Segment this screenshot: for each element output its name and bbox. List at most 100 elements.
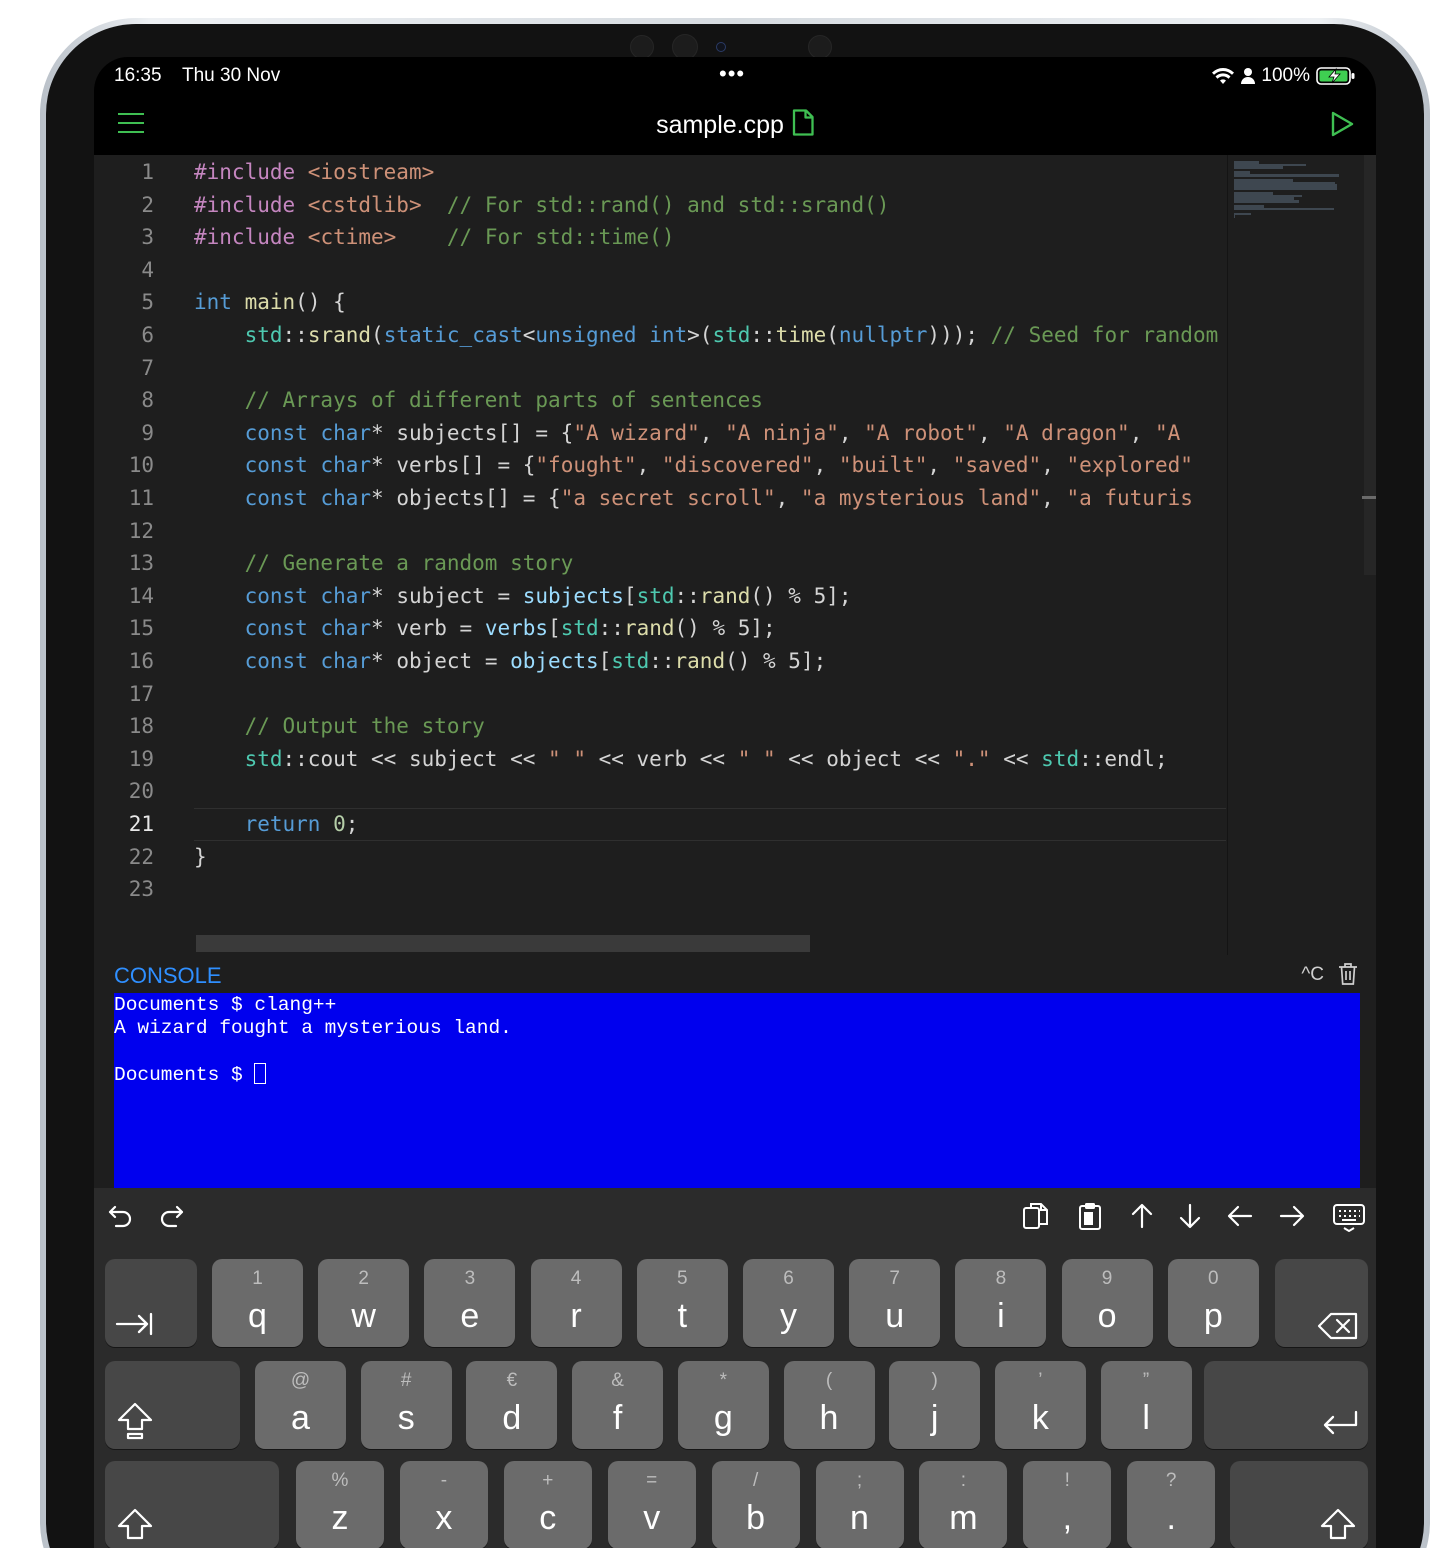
key-comma[interactable]: !, <box>1023 1461 1112 1548</box>
paste-icon[interactable] <box>1074 1200 1106 1232</box>
software-keyboard: 1 q 2 w 3 e 4 r 5 t 6 y 7 u 8 i 9 o 0 p @ a # s € d & f * g(h) j’ k” l% z… <box>94 1188 1376 1548</box>
shift-icon <box>115 1507 155 1546</box>
key-c[interactable]: + c <box>503 1461 592 1548</box>
key-secondary-label: = <box>646 1470 658 1491</box>
shift-left-key[interactable] <box>105 1461 279 1548</box>
horizontal-scrollbar[interactable] <box>196 935 810 952</box>
key-secondary-label: - <box>440 1470 448 1491</box>
line-number: 19 <box>128 746 154 771</box>
caps-lock-icon <box>115 1401 155 1446</box>
line-number: 2 <box>141 192 154 217</box>
arrow-down-icon[interactable] <box>1174 1200 1206 1232</box>
terminal-cursor <box>254 1063 267 1084</box>
key-h[interactable]: (h <box>783 1361 875 1449</box>
key-label: f <box>612 1399 623 1437</box>
minimap-line <box>1234 166 1284 169</box>
key-secondary-label: : <box>960 1470 967 1491</box>
line-number: 23 <box>128 877 154 902</box>
line-number: 21 <box>128 812 154 836</box>
key-n[interactable]: ; n <box>815 1461 904 1548</box>
key-d[interactable]: € d <box>466 1361 558 1449</box>
terminal-prompt-line[interactable]: Documents $ <box>114 1063 1360 1086</box>
key-label: g <box>713 1399 733 1437</box>
key-e[interactable]: 3e <box>424 1259 516 1347</box>
key-g[interactable]: * g <box>677 1361 769 1449</box>
caps-lock-key[interactable] <box>105 1361 240 1449</box>
undo-icon[interactable] <box>104 1200 136 1232</box>
key-secondary-label: ! <box>1064 1470 1070 1491</box>
interrupt-button[interactable]: ^C <box>1301 964 1324 986</box>
backspace-key[interactable] <box>1275 1259 1368 1347</box>
multitasking-dots[interactable]: ••• <box>719 61 745 87</box>
vertical-scrollbar[interactable] <box>1362 155 1376 955</box>
key-label: n <box>850 1499 869 1537</box>
return-key[interactable] <box>1204 1361 1368 1449</box>
line-number: 13 <box>128 551 154 576</box>
line-number: 12 <box>128 518 154 543</box>
key-label: r <box>570 1297 582 1335</box>
key-secondary-label: % <box>331 1470 349 1491</box>
key-a[interactable]: @ a <box>255 1361 346 1449</box>
key-l[interactable]: ” l <box>1100 1361 1192 1449</box>
key-y[interactable]: 6y <box>743 1259 834 1347</box>
code-line: const char* objects[] = {"a secret scrol… <box>244 486 1193 510</box>
key-label: u <box>885 1297 905 1335</box>
key-label: t <box>677 1297 688 1335</box>
terminal-output[interactable]: Documents $ clang++ A wizard fought a my… <box>114 993 1360 1190</box>
key-secondary-label: 3 <box>464 1268 476 1289</box>
key-label: . <box>1166 1499 1176 1537</box>
trash-icon[interactable] <box>1338 962 1358 986</box>
key-secondary-label: 8 <box>995 1268 1007 1289</box>
key-label: e <box>460 1297 480 1335</box>
arrow-right-icon[interactable] <box>1276 1200 1308 1232</box>
key-secondary-label: ) <box>931 1370 938 1391</box>
line-number: 22 <box>128 844 154 869</box>
code-line: const char* object = objects[std::rand()… <box>244 649 827 673</box>
line-number: 20 <box>128 779 154 804</box>
key-f[interactable]: & f <box>572 1361 664 1449</box>
key-j[interactable]: ) j <box>889 1361 981 1449</box>
key-k[interactable]: ’ k <box>994 1361 1086 1449</box>
key-p[interactable]: 0p <box>1167 1259 1259 1347</box>
key-x[interactable]: -x <box>399 1461 488 1548</box>
status-date: Thu 30 Nov <box>182 65 281 86</box>
key-secondary-label: / <box>752 1470 759 1491</box>
line-number: 7 <box>141 355 154 380</box>
code-line: std::srand(static_cast<unsigned int>(std… <box>244 323 1219 347</box>
shift-icon <box>1318 1507 1358 1546</box>
copy-icon[interactable] <box>1020 1200 1052 1232</box>
key-m[interactable]: :m <box>919 1461 1008 1548</box>
key-q[interactable]: 1q <box>212 1259 303 1347</box>
arrow-up-icon[interactable] <box>1126 1200 1158 1232</box>
code-area[interactable]: #include <iostream> #include <cstdlib> //… <box>194 155 1225 955</box>
key-r[interactable]: 4r <box>530 1259 622 1347</box>
key-t[interactable]: 5t <box>636 1259 728 1347</box>
key-period[interactable]: ?. <box>1127 1461 1216 1548</box>
shift-right-key[interactable] <box>1230 1461 1368 1548</box>
keyboard-dismiss-icon[interactable] <box>1332 1200 1366 1232</box>
screen: 16:35 Thu 30 Nov ••• 100% sample.cpp 123… <box>94 57 1376 1548</box>
terminal-prompt: Documents $ <box>114 1064 255 1086</box>
key-z[interactable]: % z <box>296 1461 384 1548</box>
key-secondary-label: 1 <box>252 1268 263 1289</box>
redo-icon[interactable] <box>156 1200 188 1232</box>
terminal-line: Documents $ clang++ <box>114 994 337 1016</box>
key-s[interactable]: # s <box>360 1361 452 1449</box>
arrow-left-icon[interactable] <box>1224 1200 1256 1232</box>
code-line: const char* subjects[] = {"A wizard", "A… <box>244 420 1181 445</box>
key-b[interactable]: / b <box>711 1461 800 1548</box>
minimap[interactable] <box>1227 155 1361 955</box>
code-line: #include <ctime> // For std::time() <box>194 225 675 250</box>
line-number: 6 <box>141 323 154 347</box>
file-title[interactable]: sample.cpp <box>94 109 1376 140</box>
key-label: q <box>248 1297 267 1335</box>
key-u[interactable]: 7u <box>849 1259 941 1347</box>
key-o[interactable]: 9o <box>1061 1259 1153 1347</box>
run-play-icon[interactable] <box>1330 111 1354 137</box>
key-v[interactable]: = v <box>607 1461 696 1548</box>
tab-key[interactable] <box>105 1259 197 1347</box>
code-line: std::cout << subject << " " << verb << "… <box>244 746 1168 771</box>
key-w[interactable]: 2w <box>318 1259 410 1347</box>
code-editor[interactable]: 1 2 3 4 5 6 7 8 9 10 11 12 13 14 15 16 17 18 19 20 21 22 23 #i… <box>94 155 1376 955</box>
key-i[interactable]: 8i <box>955 1259 1047 1347</box>
